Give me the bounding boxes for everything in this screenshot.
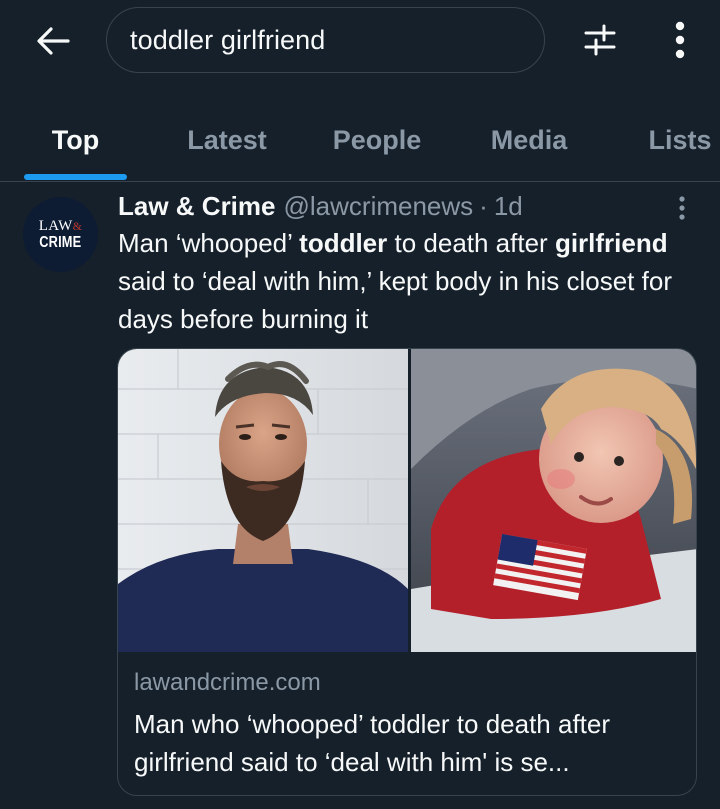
sliders-icon	[584, 24, 616, 56]
card-domain: lawandcrime.com	[134, 669, 321, 696]
card-media[interactable]	[118, 349, 696, 652]
link-preview-card[interactable]: lawandcrime.com Man who ‘whooped’ toddle…	[117, 348, 697, 796]
tab-people[interactable]: People	[318, 100, 436, 180]
avatar-logo-line1: LAW&	[38, 217, 83, 234]
card-photo-man	[118, 349, 408, 652]
card-photo-toddler	[411, 349, 696, 652]
arrow-left-icon	[37, 27, 70, 55]
tweet-text-part: Man ‘whooped’	[118, 228, 300, 258]
more-options-button[interactable]	[657, 17, 703, 63]
tab-lists[interactable]: Lists	[634, 100, 720, 180]
vertical-ellipsis-icon	[679, 196, 685, 220]
author-name[interactable]: Law & Crime	[118, 191, 276, 222]
avatar[interactable]: LAW& CRIME	[23, 197, 98, 272]
search-input[interactable]: toddler girlfriend	[106, 7, 545, 73]
tweet-more-button[interactable]	[666, 190, 698, 226]
avatar-logo-line2: CRIME	[39, 233, 82, 251]
card-title: Man who ‘whooped’ toddler to death after…	[134, 709, 611, 777]
tab-latest[interactable]: Latest	[170, 100, 284, 180]
tweet-text: Man ‘whooped’ toddler to death after gir…	[118, 224, 698, 338]
active-tab-indicator	[24, 174, 127, 180]
vertical-ellipsis-icon	[675, 21, 685, 59]
search-filters-button[interactable]	[577, 17, 623, 63]
avatar-logo-law: LAW	[38, 217, 73, 234]
search-tabs: Top Latest People Media Lists	[0, 100, 720, 182]
tab-top[interactable]: Top	[24, 100, 127, 180]
author-handle[interactable]: @lawcrimenews	[284, 191, 474, 222]
search-term-highlight: toddler	[299, 228, 388, 258]
tweet-header: Law & Crime @lawcrimenews · 1d	[118, 186, 523, 226]
top-bar: toddler girlfriend	[0, 0, 720, 82]
tweet-timestamp[interactable]: 1d	[494, 191, 523, 222]
tab-media[interactable]: Media	[474, 100, 584, 180]
tweet-text-part: said to ‘deal with him,’ kept body in hi…	[118, 266, 672, 334]
separator-dot: ·	[479, 190, 488, 221]
search-query-text: toddler girlfriend	[130, 24, 326, 55]
avatar-logo-amp: &	[72, 218, 83, 233]
tweet[interactable]: LAW& CRIME Law & Crime @lawcrimenews · 1…	[0, 182, 720, 809]
tweet-text-part: to death after	[387, 228, 555, 258]
search-term-highlight: girlfriend	[554, 228, 668, 258]
back-button[interactable]	[30, 18, 76, 64]
